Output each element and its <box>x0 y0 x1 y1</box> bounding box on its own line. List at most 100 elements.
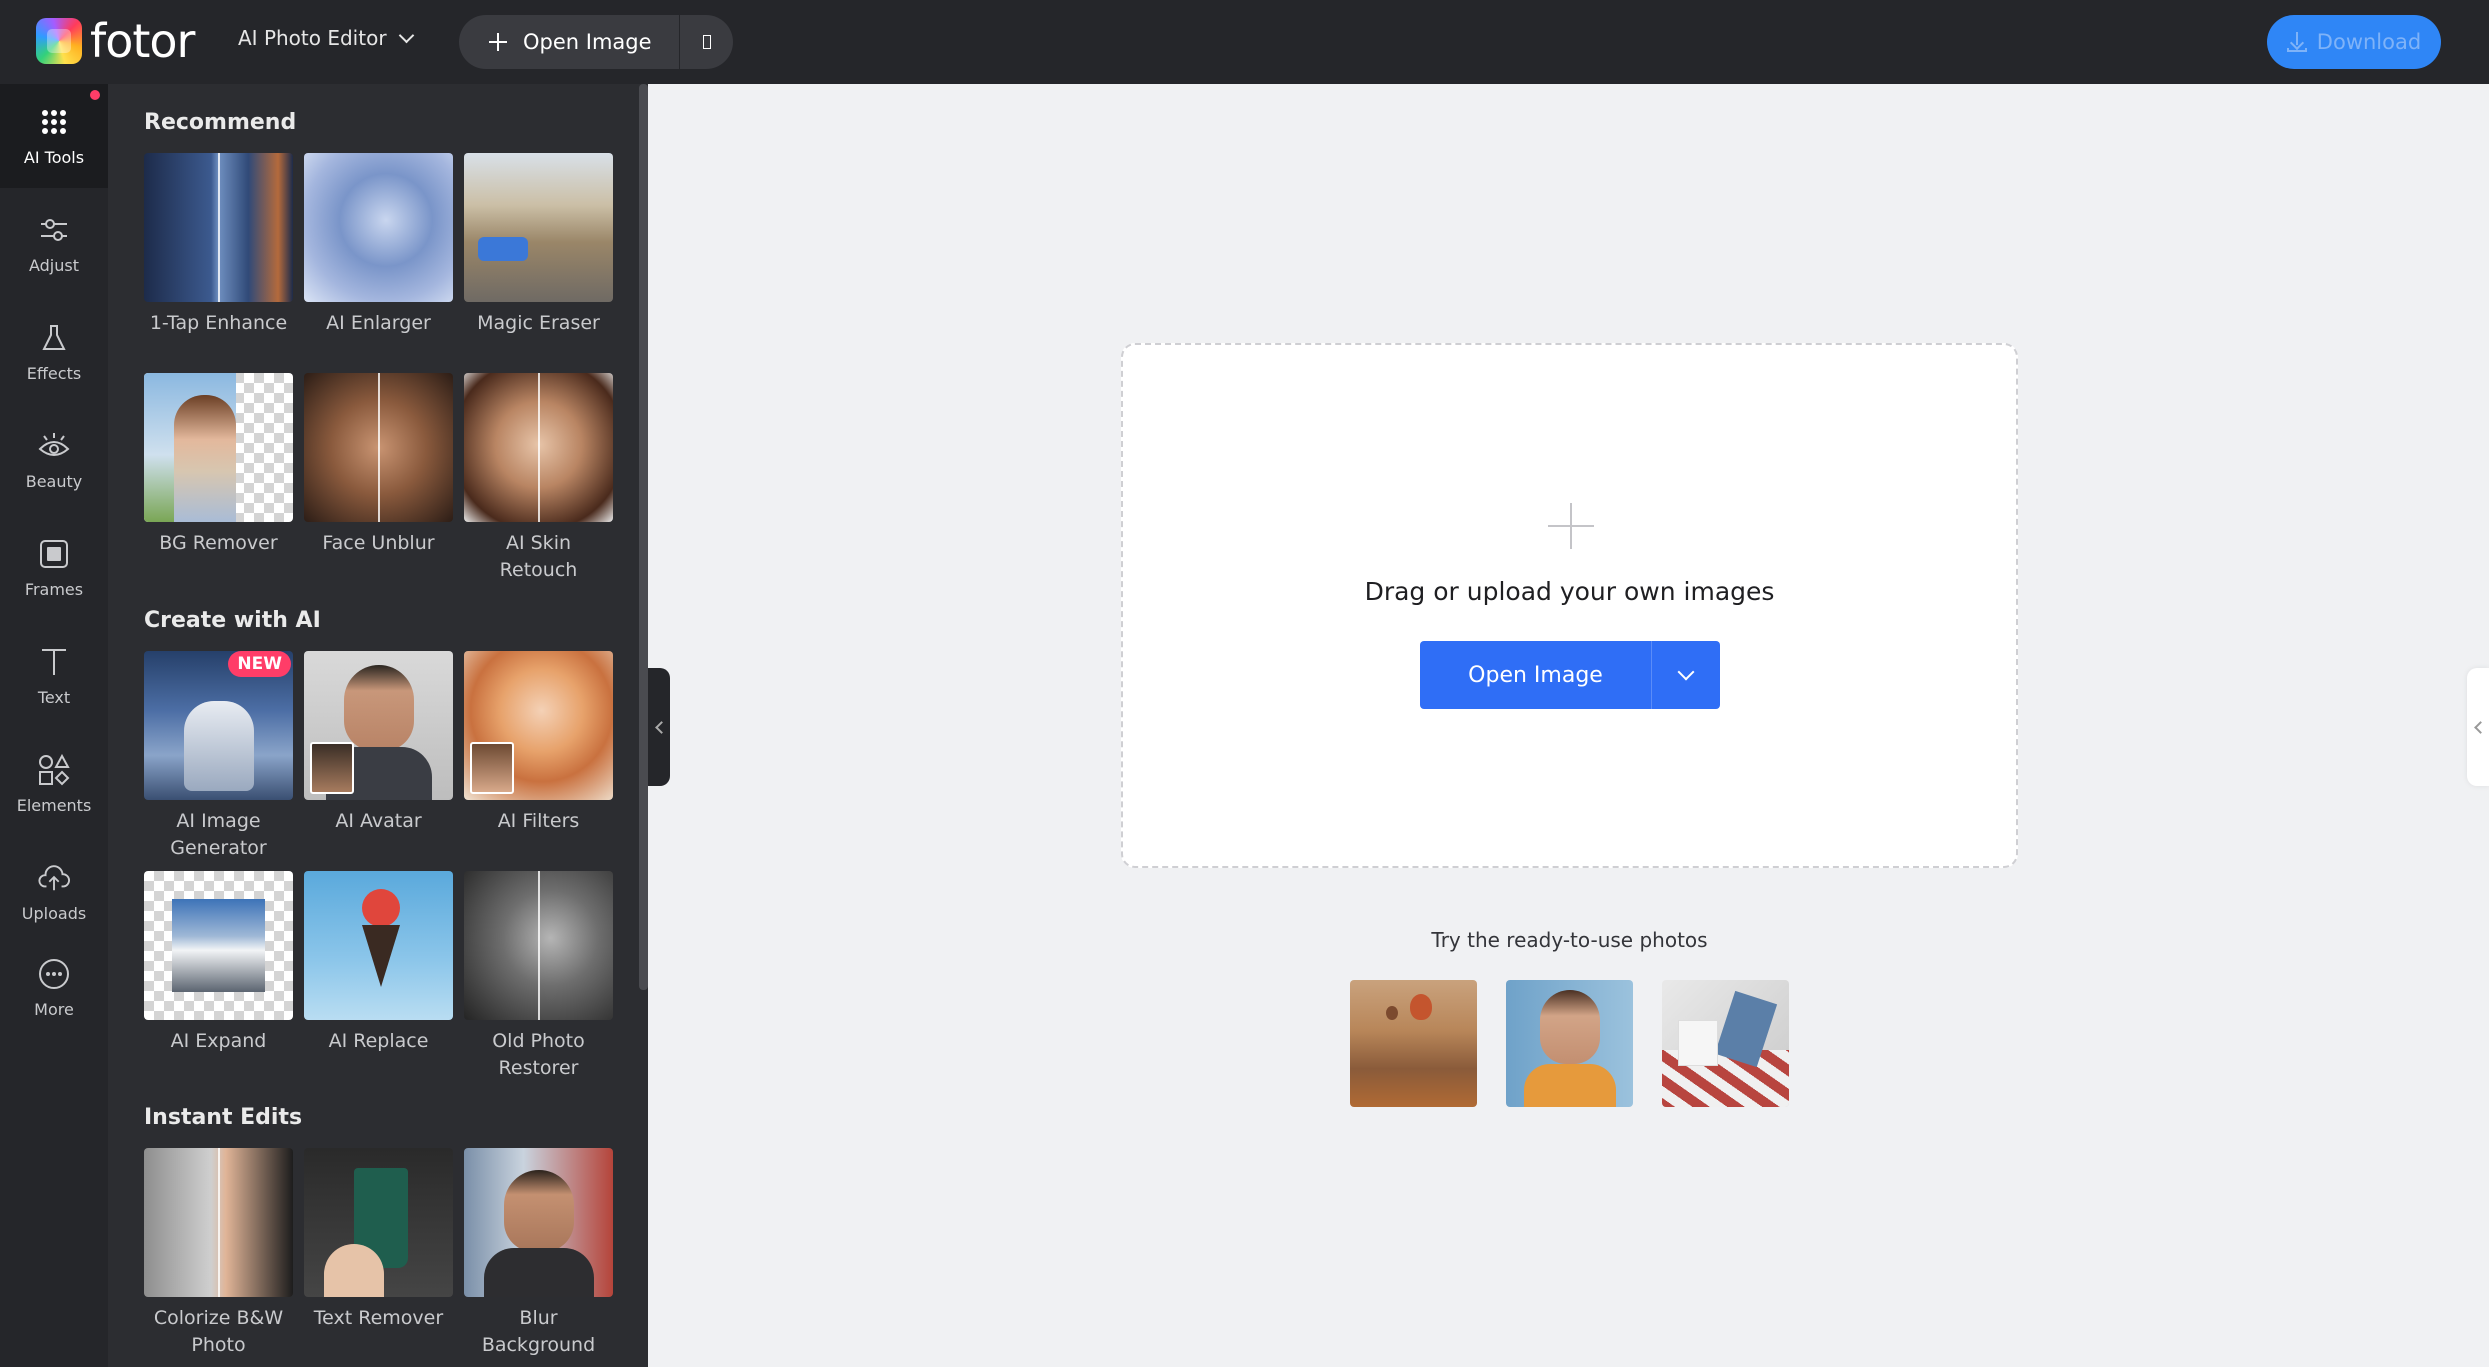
rail-item-elements[interactable]: Elements <box>0 732 108 836</box>
new-badge: NEW <box>228 651 291 677</box>
tool-thumbnail <box>464 651 613 800</box>
rail-item-ai-tools[interactable]: AI Tools <box>0 84 108 188</box>
tool-thumbnail <box>304 1148 453 1297</box>
chevron-left-icon <box>654 720 668 734</box>
tool-thumbnail <box>464 1148 613 1297</box>
tool-label: Face Unblur <box>322 532 435 554</box>
tool-ai-enlarger[interactable]: AI Enlarger <box>304 153 453 337</box>
tool-thumbnail <box>464 373 613 522</box>
tool-label: Colorize B&W Photo <box>153 1307 284 1356</box>
tool-face-unblur[interactable]: Face Unblur <box>304 373 453 557</box>
product-menu[interactable]: AI Photo Editor <box>238 26 414 50</box>
open-image-group: Open Image <box>459 15 733 69</box>
tool-ai-expand[interactable]: AI Expand <box>144 871 293 1055</box>
rail-item-uploads[interactable]: Uploads <box>0 840 108 944</box>
section-title-create-with-ai: Create with AI <box>144 608 321 633</box>
open-image-label: Open Image <box>523 30 652 54</box>
tool-label: AI Replace <box>328 1030 429 1052</box>
tool-thumbnail <box>464 153 613 302</box>
more-icon <box>38 958 70 990</box>
tool-label: AI Filters <box>497 810 580 832</box>
tool-1-tap-enhance[interactable]: 1-Tap Enhance <box>144 153 293 337</box>
open-image-cta-button[interactable]: Open Image <box>1420 641 1651 709</box>
rail-item-more[interactable]: More <box>0 940 108 1036</box>
tool-ai-skin-retouch[interactable]: AI Skin Retouch <box>464 373 613 584</box>
collapse-panel-button[interactable] <box>648 668 670 786</box>
rail-label: Frames <box>24 579 84 599</box>
tool-thumbnail <box>304 373 453 522</box>
sample-photo-flatlay[interactable] <box>1662 980 1789 1107</box>
download-label: Download <box>2316 30 2422 54</box>
tool-label: Old Photo Restorer <box>492 1030 585 1079</box>
file-icon <box>702 35 711 49</box>
product-menu-label: AI Photo Editor <box>238 26 387 50</box>
tool-ai-image-generator[interactable]: NEW AI Image Generator <box>144 651 293 862</box>
eye-icon <box>38 430 70 462</box>
tool-ai-filters[interactable]: AI Filters <box>464 651 613 835</box>
chevron-left-icon <box>2473 720 2487 734</box>
tool-label: BG Remover <box>159 532 278 554</box>
upload-dropzone[interactable]: Drag or upload your own images Open Imag… <box>1121 343 2018 868</box>
chevron-down-icon <box>1677 663 1695 681</box>
sample-photo-portrait[interactable] <box>1506 980 1633 1107</box>
panel-scrollbar[interactable] <box>639 84 648 990</box>
section-title-recommend: Recommend <box>144 110 297 135</box>
expand-right-panel-button[interactable] <box>2467 668 2489 786</box>
rail-item-frames[interactable]: Frames <box>0 516 108 620</box>
open-image-more-button[interactable] <box>680 15 733 69</box>
rail-item-effects[interactable]: Effects <box>0 300 108 404</box>
rail-label: Effects <box>26 363 82 383</box>
notification-dot <box>90 90 100 100</box>
rail-label: Beauty <box>25 471 83 491</box>
tool-colorize-bw-photo[interactable]: Colorize B&W Photo <box>144 1148 293 1359</box>
top-bar: fotor AI Photo Editor Open Image Downloa… <box>0 0 2489 84</box>
drop-instructions: Drag or upload your own images <box>1364 577 1775 606</box>
tool-thumbnail <box>304 153 453 302</box>
cloud-upload-icon <box>38 862 70 894</box>
logo-text: fotor <box>90 14 195 68</box>
sample-photo-balloons[interactable] <box>1350 980 1477 1107</box>
tool-thumbnail <box>144 153 293 302</box>
plus-icon <box>1548 503 1594 549</box>
tool-blur-background[interactable]: Blur Background <box>464 1148 613 1359</box>
tool-label: Blur Background <box>481 1307 596 1356</box>
tool-ai-avatar[interactable]: AI Avatar <box>304 651 453 835</box>
tool-thumbnail <box>144 871 293 1020</box>
tool-label: AI Enlarger <box>326 312 431 334</box>
dots-grid-icon <box>38 106 70 138</box>
download-icon <box>2286 32 2307 52</box>
tool-label: Magic Eraser <box>477 312 600 334</box>
flask-icon <box>38 322 70 354</box>
open-image-options-button[interactable] <box>1652 641 1720 709</box>
tool-thumbnail <box>464 871 613 1020</box>
rail-item-text[interactable]: Text <box>0 624 108 728</box>
filter-source-thumbnail <box>470 742 514 794</box>
tool-label: AI Image Generator <box>170 810 267 859</box>
rail-label: More <box>34 999 74 1019</box>
download-button[interactable]: Download <box>2267 15 2441 69</box>
rail-label: Adjust <box>28 255 79 275</box>
tool-thumbnail <box>144 1148 293 1297</box>
tool-magic-eraser[interactable]: Magic Eraser <box>464 153 613 337</box>
tool-label: 1-Tap Enhance <box>149 312 288 334</box>
rail-item-beauty[interactable]: Beauty <box>0 408 108 512</box>
tool-thumbnail <box>304 651 453 800</box>
open-image-button[interactable]: Open Image <box>459 15 679 69</box>
rail-item-adjust[interactable]: Adjust <box>0 192 108 296</box>
tool-bg-remover[interactable]: BG Remover <box>144 373 293 557</box>
tool-label: Text Remover <box>313 1307 444 1329</box>
rail-label: Uploads <box>21 903 87 923</box>
avatar-source-thumbnail <box>310 742 354 794</box>
plus-icon <box>489 33 507 51</box>
fotor-logo[interactable]: fotor <box>36 14 195 68</box>
tool-ai-replace[interactable]: AI Replace <box>304 871 453 1055</box>
tool-rail: AI Tools Adjust Effects Beauty Frames Te… <box>0 84 108 1367</box>
tool-old-photo-restorer[interactable]: Old Photo Restorer <box>464 871 613 1082</box>
frame-icon <box>38 538 70 570</box>
tool-label: AI Expand <box>170 1030 267 1052</box>
rail-label: AI Tools <box>23 147 85 167</box>
open-image-cta: Open Image <box>1420 641 1720 709</box>
sliders-icon <box>38 214 70 246</box>
tool-text-remover[interactable]: Text Remover <box>304 1148 453 1332</box>
sample-photos-heading: Try the ready-to-use photos <box>1431 928 1708 952</box>
